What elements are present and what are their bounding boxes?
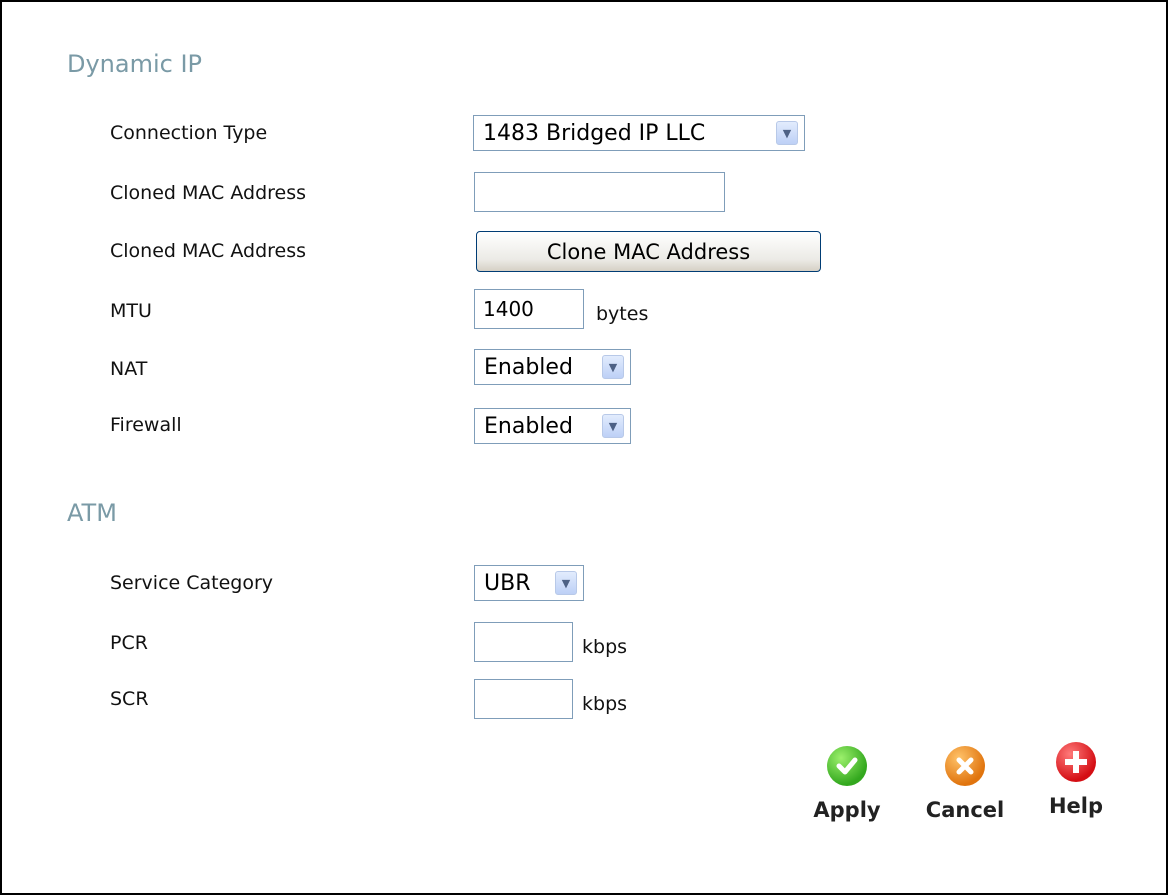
nat-label: NAT: [110, 358, 148, 380]
mtu-label: MTU: [110, 300, 152, 322]
apply-label: Apply: [813, 798, 881, 822]
pcr-label: PCR: [110, 632, 148, 654]
clone-mac-row-label: Cloned MAC Address: [110, 240, 307, 262]
chevron-down-icon[interactable]: ▼: [602, 355, 624, 379]
scr-input[interactable]: [474, 679, 573, 719]
chevron-down-icon[interactable]: ▼: [602, 414, 624, 438]
nat-value: Enabled: [484, 354, 573, 380]
connection-type-select[interactable]: 1483 Bridged IP LLC ▼: [473, 115, 805, 151]
firewall-value: Enabled: [484, 413, 573, 439]
section-title-atm: ATM: [67, 499, 117, 527]
service-category-label: Service Category: [110, 572, 274, 594]
nat-select[interactable]: Enabled ▼: [474, 349, 631, 385]
clone-mac-address-button[interactable]: Clone MAC Address: [476, 231, 821, 272]
mtu-unit: bytes: [596, 303, 649, 325]
pcr-input[interactable]: [474, 622, 573, 662]
service-category-select[interactable]: UBR ▼: [474, 565, 584, 601]
plus-icon[interactable]: [1056, 742, 1096, 782]
help-button[interactable]: Help: [1040, 742, 1112, 818]
x-icon[interactable]: [945, 746, 985, 786]
settings-panel: Dynamic IP Connection Type 1483 Bridged …: [0, 0, 1168, 895]
firewall-select[interactable]: Enabled ▼: [474, 408, 631, 444]
mtu-input[interactable]: 1400: [474, 289, 584, 329]
service-category-value: UBR: [484, 570, 531, 596]
chevron-down-icon[interactable]: ▼: [776, 121, 798, 145]
apply-button[interactable]: Apply: [807, 746, 887, 822]
checkmark-icon[interactable]: [827, 746, 867, 786]
pcr-unit: kbps: [582, 636, 628, 658]
connection-type-value: 1483 Bridged IP LLC: [483, 120, 706, 146]
help-label: Help: [1048, 794, 1104, 818]
cloned-mac-label: Cloned MAC Address: [110, 182, 307, 204]
chevron-down-icon[interactable]: ▼: [555, 571, 577, 595]
cancel-button[interactable]: Cancel: [917, 746, 1013, 822]
section-title-dynamic-ip: Dynamic IP: [67, 50, 203, 78]
scr-label: SCR: [110, 688, 149, 710]
cloned-mac-input[interactable]: [474, 172, 725, 212]
firewall-label: Firewall: [110, 414, 182, 436]
cancel-label: Cancel: [925, 798, 1005, 822]
connection-type-label: Connection Type: [110, 122, 268, 144]
scr-unit: kbps: [582, 693, 628, 715]
